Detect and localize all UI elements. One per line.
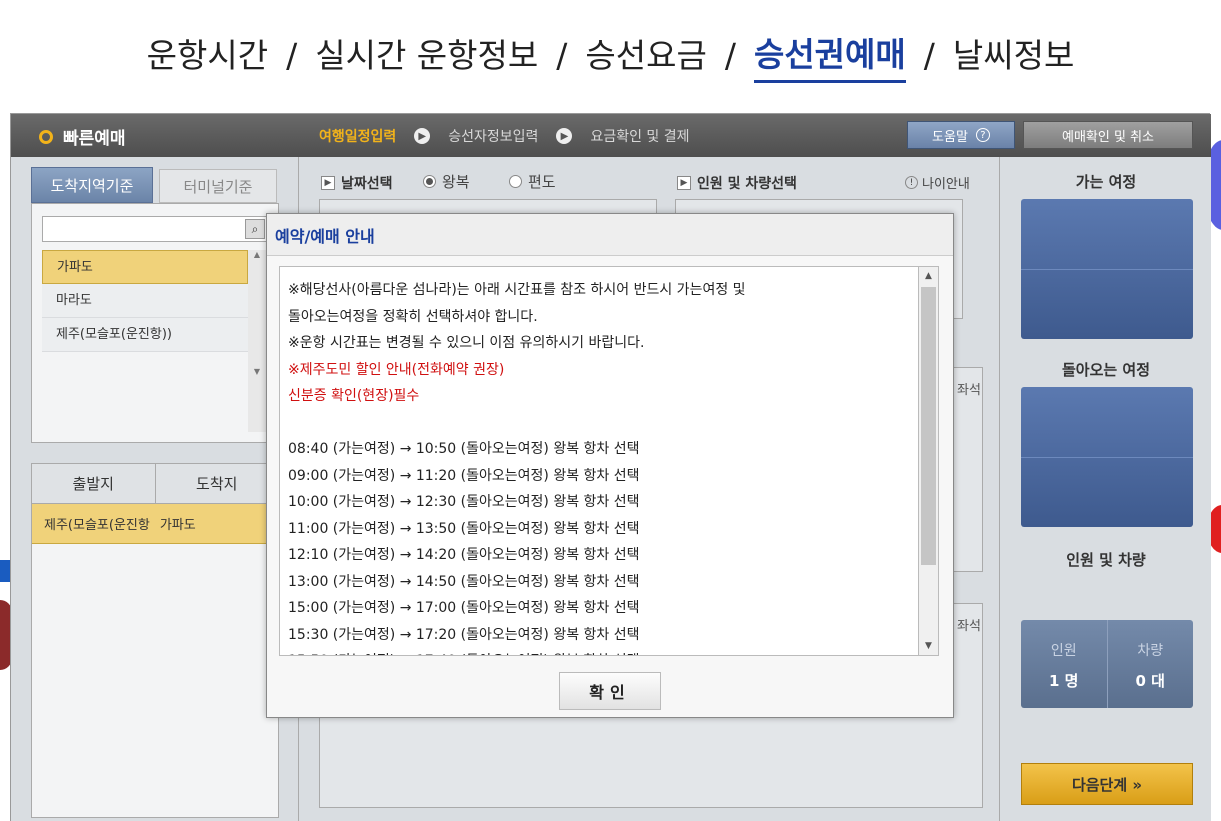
reservation-notice-modal: 예약/예매 안내 ※해당선사(아름다운 섬나라)는 아래 시간표를 참조 하시어…: [266, 213, 954, 718]
scroll-thumb[interactable]: [921, 287, 936, 565]
ring-icon: [39, 129, 53, 144]
help-label: 도움말: [932, 129, 968, 145]
route-row[interactable]: 제주(모슬포(운진항 가파도: [32, 504, 278, 544]
question-icon: ?: [975, 128, 990, 142]
notice-line: 12:10 (가는여정) → 14:20 (돌아오는여정) 왕복 항차 선택: [288, 547, 640, 563]
route-header-to: 도착지: [196, 475, 238, 493]
notice-line: 15:30 (가는여정) → 17:20 (돌아오는여정) 왕복 항차 선택: [288, 626, 640, 643]
notice-line: ※제주도민 할인 안내(전화예약 권장): [288, 361, 505, 378]
notice-line: 돌아오는여정을 정확히 선택하셔야 합니다.: [288, 308, 538, 325]
help-button[interactable]: 도움말 ?: [907, 121, 1015, 149]
radio-dot: [509, 175, 522, 188]
info-icon: !: [905, 176, 918, 189]
people-vehicle-card: 인원 1 명 차량 0 대: [1021, 620, 1193, 708]
seat-label: 좌석: [957, 383, 981, 398]
round-trip-label: 왕복: [442, 173, 470, 191]
age-info-link[interactable]: ! 나이안내: [905, 173, 970, 192]
brand: 빠른예매: [39, 124, 126, 149]
list-item[interactable]: 마라도: [42, 284, 248, 318]
route-header: 출발지 도착지: [32, 464, 278, 504]
notice-line: 09:00 (가는여정) → 11:20 (돌아오는여정) 왕복 항차 선택: [288, 467, 640, 484]
notice-line: 10:00 (가는여정) → 12:30 (돌아오는여정) 왕복 항차 선택: [288, 494, 640, 510]
people-key: 인원: [1050, 643, 1077, 659]
top-nav: 운항시간 / 실시간 운항정보 / 승선요금 / 승선권예매 / 날씨정보: [0, 0, 1221, 110]
step-payment: 요금확인 및 결제: [590, 129, 690, 145]
tab-arrival-region[interactable]: 도착지역기준: [31, 167, 153, 203]
search-input[interactable]: ⌕: [42, 216, 268, 242]
nav-item[interactable]: 승선요금: [585, 29, 706, 81]
scroll-down-icon[interactable]: ▼: [919, 637, 938, 655]
notice-line: ※운항 시간표는 변경될 수 있으니 이점 유의하시기 바랍니다.: [288, 335, 645, 351]
step-itinerary: 여행일정입력: [319, 129, 397, 145]
vehicle-key: 차량: [1137, 643, 1164, 659]
nav-item[interactable]: 승선권예매: [753, 28, 906, 83]
one-way-label: 편도: [528, 173, 556, 191]
scroll-up-icon[interactable]: ▲: [919, 267, 938, 285]
vehicle-value: 0 대: [1135, 672, 1165, 690]
date-section-label: ▶ 날짜선택: [321, 173, 393, 193]
notice-line: 11:00 (가는여정) → 13:50 (돌아오는여정) 왕복 항차 선택: [288, 520, 640, 537]
route-to: 가파도: [159, 518, 196, 533]
date-label: 날짜선택: [341, 176, 393, 192]
step-indicator: 여행일정입력 ▶ 승선자정보입력 ▶ 요금확인 및 결제: [319, 126, 690, 146]
list-item[interactable]: 제주(모슬포(운진항)): [42, 318, 248, 352]
chevron-right-icon: ▶: [677, 176, 691, 190]
step-passenger: 승선자정보입력: [448, 129, 539, 145]
notice-line: 15:00 (가는여정) → 17:00 (돌아오는여정) 왕복 항차 선택: [288, 600, 640, 616]
right-panel: 가는 여정 돌아오는 여정 인원 및 차량 인원 1 명 차량 0 대 다음단계…: [999, 157, 1211, 821]
people-vehicle-label: 인원 및 차량: [1066, 551, 1146, 569]
left-panel: 도착지역기준 터미널기준 ⌕ 가파도 마라도 제주(모슬포(운진항)) ▲ ▼ 출…: [11, 157, 299, 821]
list-item[interactable]: 가파도: [42, 250, 248, 284]
nav-item[interactable]: 실시간 운항정보: [315, 29, 538, 81]
nav-separator: /: [286, 35, 298, 75]
notice-line: ※해당선사(아름다운 섬나라)는 아래 시간표를 참조 하시어 반드시 가는여정…: [288, 282, 746, 298]
scrollbar[interactable]: ▲ ▼: [919, 266, 939, 656]
search-icon[interactable]: ⌕: [245, 219, 265, 239]
notice-line: [288, 410, 918, 437]
vehicle-column: 차량 0 대: [1108, 620, 1194, 708]
radio-round-trip[interactable]: 왕복: [423, 171, 470, 192]
seat-label: 좌석: [957, 619, 981, 634]
return-label: 돌아오는 여정: [1061, 361, 1151, 379]
people-section-label: ▶ 인원 및 차량선택: [677, 173, 797, 193]
confirm-cancel-button[interactable]: 예매확인 및 취소: [1023, 121, 1193, 149]
notice-line: 08:40 (가는여정) → 10:50 (돌아오는여정) 왕복 항차 선택: [288, 441, 640, 457]
age-info-label: 나이안내: [922, 177, 970, 192]
notice-line: 15:50 (가는여정) → 17:40 (돌아오는여정) 왕복 항차 선택: [288, 648, 918, 655]
brand-title: 빠른예매: [63, 129, 126, 149]
chevron-right-icon: ▶: [556, 128, 573, 144]
return-card: [1021, 387, 1193, 527]
nav-separator: /: [923, 35, 935, 75]
route-header-from: 출발지: [32, 464, 156, 503]
scrollbar[interactable]: ▲ ▼: [248, 250, 266, 432]
modal-body: ※해당선사(아름다운 섬나라)는 아래 시간표를 참조 하시어 반드시 가는여정…: [279, 266, 919, 656]
radio-one-way[interactable]: 편도: [509, 171, 556, 192]
route-box: 출발지 도착지 제주(모슬포(운진항 가파도: [31, 463, 279, 818]
tab-terminal[interactable]: 터미널기준: [159, 169, 277, 203]
destination-box: ⌕ 가파도 마라도 제주(모슬포(운진항)) ▲ ▼: [31, 203, 279, 443]
route-from: 제주(모슬포(운진항: [44, 518, 150, 533]
destination-list: 가파도 마라도 제주(모슬포(운진항)): [42, 250, 248, 352]
nav-item[interactable]: 날씨정보: [953, 29, 1074, 81]
notice-line: 13:00 (가는여정) → 14:50 (돌아오는여정) 왕복 항차 선택: [288, 573, 640, 590]
radio-dot: [423, 175, 436, 188]
modal-title: 예약/예매 안내: [267, 214, 953, 256]
nav-separator: /: [724, 35, 736, 75]
nav-item[interactable]: 운항시간: [147, 29, 268, 81]
people-value: 1 명: [1049, 672, 1079, 690]
ok-button[interactable]: 확인: [559, 672, 661, 710]
chevron-right-icon: ▶: [414, 128, 431, 144]
people-column: 인원 1 명: [1021, 620, 1108, 708]
next-step-button[interactable]: 다음단계 »: [1021, 763, 1193, 805]
people-label: 인원 및 차량선택: [697, 176, 797, 192]
decorative-shape: [0, 560, 10, 582]
notice-line: 신분증 확인(현장)필수: [288, 388, 420, 404]
nav-separator: /: [556, 35, 568, 75]
outbound-card: [1021, 199, 1193, 339]
outbound-label: 가는 여정: [1075, 173, 1137, 191]
app-header: 빠른예매 여행일정입력 ▶ 승선자정보입력 ▶ 요금확인 및 결제 도움말 ? …: [11, 114, 1211, 157]
modal-text: ※해당선사(아름다운 섬나라)는 아래 시간표를 참조 하시어 반드시 가는여정…: [280, 267, 918, 655]
chevron-right-icon: ▶: [321, 176, 335, 190]
